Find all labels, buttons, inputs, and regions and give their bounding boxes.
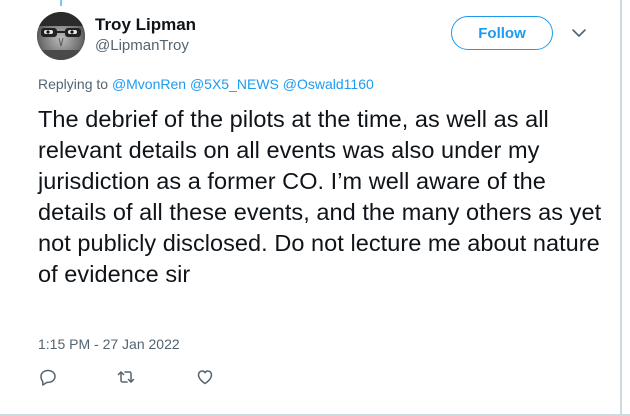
avatar-image — [37, 12, 85, 60]
mention-link[interactable]: @5X5_NEWS — [190, 76, 279, 92]
mentions: @MvonRen @5X5_NEWS @Oswald1160 — [112, 76, 374, 92]
replying-to: Replying to @MvonRen @5X5_NEWS @Oswald11… — [38, 76, 374, 92]
mention-link[interactable]: @Oswald1160 — [283, 76, 374, 92]
retweet-icon[interactable] — [116, 367, 136, 387]
author-name[interactable]: Troy Lipman — [95, 15, 196, 35]
avatar[interactable] — [37, 12, 85, 60]
replying-prefix: Replying to — [38, 76, 109, 92]
tweet-body: The debrief of the pilots at the time, a… — [38, 106, 602, 287]
like-icon[interactable] — [195, 367, 215, 387]
tweet-timestamp[interactable]: 1:15 PM - 27 Jan 2022 — [38, 336, 180, 352]
tweet-card: Troy Lipman @LipmanTroy Follow Replying … — [0, 0, 622, 410]
follow-button[interactable]: Follow — [451, 16, 553, 50]
mention-link[interactable]: @MvonRen — [112, 76, 186, 92]
author-handle[interactable]: @LipmanTroy — [95, 37, 189, 54]
reply-icon[interactable] — [38, 367, 58, 387]
thread-line — [60, 0, 62, 6]
frame-border-right — [620, 0, 630, 416]
chevron-down-icon[interactable] — [570, 26, 588, 40]
